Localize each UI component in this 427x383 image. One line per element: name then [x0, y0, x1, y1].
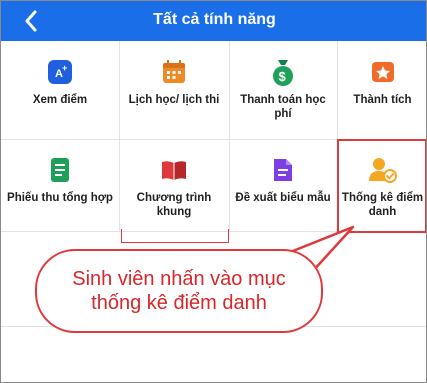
highlight-box	[337, 139, 426, 233]
svg-text:$: $	[279, 69, 287, 84]
callout-line-2: thống kê điểm danh	[91, 292, 267, 314]
receipt-icon	[45, 155, 75, 185]
tile-label: Phiếu thu tổng hợp	[7, 192, 113, 204]
calendar-icon	[159, 57, 189, 87]
screenshot-frame: Tất cả tính năng A + Xem điểm Lịch học/ …	[0, 0, 427, 383]
tile-label: Thành tích	[353, 94, 412, 106]
tile-label: Lịch học/ lịch thi	[128, 94, 220, 106]
tile-label: Thanh toán học phí	[240, 94, 326, 120]
feature-de-xuat[interactable]: Đề xuất biểu mẫu	[229, 139, 337, 231]
achievement-icon	[368, 57, 398, 87]
tile-label: Xem điểm	[32, 94, 88, 106]
feature-thanh-tich[interactable]: Thành tích	[337, 41, 426, 139]
tile-label: Đề xuất biểu mẫu	[235, 192, 331, 204]
feature-chuong-trinh[interactable]: Chương trình khung	[119, 139, 229, 231]
score-icon: A +	[45, 57, 75, 87]
feature-phieu-thu[interactable]: Phiếu thu tổng hợp	[1, 139, 119, 231]
app-header: Tất cả tính năng	[1, 1, 426, 41]
callout-line-1: Sinh viên nhấn vào mục	[72, 268, 286, 290]
document-icon	[268, 155, 298, 185]
svg-text:+: +	[62, 63, 67, 73]
partial-highlight	[121, 229, 229, 243]
page-title: Tất cả tính năng	[153, 11, 276, 28]
tile-label: Chương trình khung	[136, 192, 212, 218]
instruction-callout: Sinh viên nhấn vào mục thống kê điểm dan…	[35, 249, 323, 333]
feature-thanh-toan[interactable]: $ Thanh toán học phí	[229, 41, 337, 139]
feature-lich-hoc[interactable]: Lịch học/ lịch thi	[119, 41, 229, 139]
feature-xem-diem[interactable]: A + Xem điểm	[1, 41, 119, 139]
book-icon	[159, 155, 189, 185]
money-bag-icon: $	[268, 57, 298, 87]
